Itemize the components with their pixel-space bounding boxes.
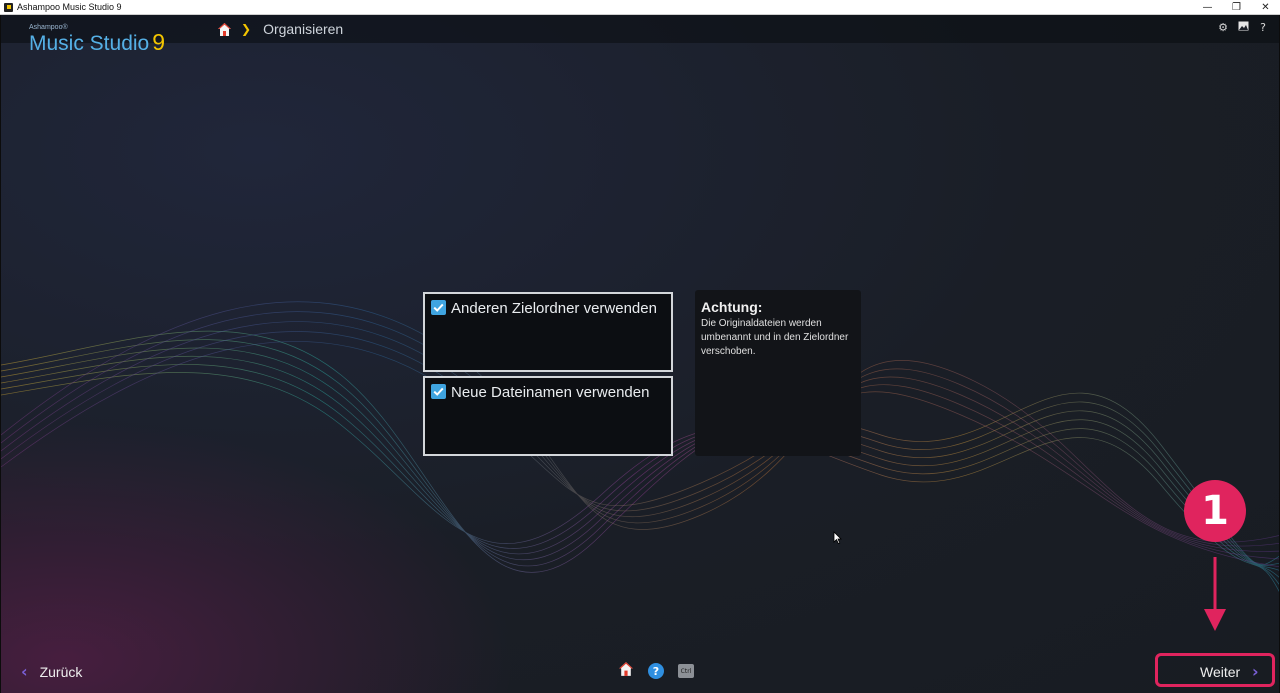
option-new-file-names[interactable]: Neue Dateinamen verwenden <box>423 376 673 456</box>
warning-text: Die Originaldateien werden umbenannt und… <box>701 318 849 357</box>
breadcrumb-current: Organisieren <box>263 21 344 37</box>
brand-name-text: Music Studio <box>29 32 150 55</box>
back-button[interactable]: ‹ Zurück <box>21 662 82 681</box>
window-titlebar: Ashampoo Music Studio 9 — ❐ ✕ <box>0 0 1280 15</box>
brand-vendor: Ashampoo® <box>29 24 68 31</box>
warning-panel: Achtung: Die Originaldateien werden umbe… <box>695 290 861 456</box>
back-label: Zurück <box>39 663 83 680</box>
ctrl-key-icon[interactable]: Ctrl <box>678 664 694 678</box>
chevron-left-icon: ‹ <box>21 662 28 681</box>
next-label: Weiter <box>1200 664 1241 680</box>
home-icon[interactable] <box>618 661 634 681</box>
app-icon <box>4 2 13 12</box>
minimize-button[interactable]: — <box>1193 0 1222 15</box>
gear-icon[interactable]: ⚙ <box>1217 21 1229 34</box>
option-other-target-folder[interactable]: Anderen Zielordner verwenden <box>423 292 673 372</box>
window-title: Ashampoo Music Studio 9 <box>17 1 122 12</box>
app-header <box>1 15 1279 43</box>
arrow-down-icon <box>1204 557 1226 631</box>
breadcrumb: ❯ Organisieren <box>217 18 343 40</box>
image-icon[interactable] <box>1237 21 1249 34</box>
window-controls: — ❐ ✕ <box>1193 0 1280 15</box>
restore-button[interactable]: ❐ <box>1222 0 1251 15</box>
warning-title: Achtung: <box>701 299 763 315</box>
brand-name: Music Studio 9 <box>29 29 166 55</box>
help-icon[interactable]: ? <box>1257 21 1269 34</box>
mouse-cursor-icon <box>833 531 842 545</box>
option-label: Neue Dateinamen verwenden <box>451 384 650 401</box>
checkbox-checked-icon[interactable] <box>431 384 446 399</box>
help-circle-icon[interactable]: ? <box>648 663 664 679</box>
option-label: Anderen Zielordner verwenden <box>451 300 657 317</box>
next-button[interactable]: Weiter › <box>1155 653 1275 687</box>
home-icon[interactable] <box>217 22 232 37</box>
brand-version: 9 <box>152 29 166 55</box>
app-window: Ashampoo® Music Studio 9 ❯ Organisieren ⚙… <box>0 15 1280 693</box>
checkbox-checked-icon[interactable] <box>431 300 446 315</box>
chevron-right-icon: › <box>1252 662 1259 681</box>
step-number-badge: 1 <box>1184 480 1246 542</box>
close-button[interactable]: ✕ <box>1251 0 1280 15</box>
footer-icons: ? Ctrl <box>618 661 694 681</box>
header-tools: ⚙ ? <box>1217 21 1269 34</box>
breadcrumb-separator-icon: ❯ <box>241 22 252 36</box>
brand-logo: Ashampoo® Music Studio 9 <box>29 24 165 54</box>
